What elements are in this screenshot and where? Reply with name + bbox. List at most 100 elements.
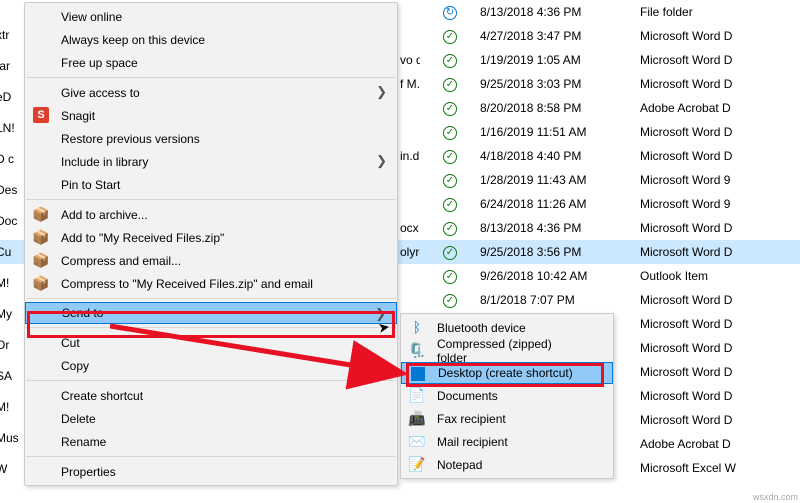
sync-check-icon: ✓ xyxy=(443,246,457,260)
file-type: Microsoft Word D xyxy=(640,365,800,379)
file-type: Microsoft Word D xyxy=(640,77,800,91)
menu-item-free-up-space[interactable]: Free up space xyxy=(25,51,397,74)
menu-separator xyxy=(26,327,396,328)
file-status: ✓ xyxy=(420,292,480,308)
file-type: Adobe Acrobat D xyxy=(640,101,800,115)
submenu-label: Notepad xyxy=(437,458,482,472)
menu-item-create-shortcut[interactable]: Create shortcut xyxy=(25,384,397,407)
desktop-icon xyxy=(410,366,426,382)
file-type: Adobe Acrobat D xyxy=(640,437,800,451)
file-date: 8/20/2018 8:58 PM xyxy=(480,101,640,115)
file-type: Microsoft Word D xyxy=(640,389,800,403)
menu-label: View online xyxy=(61,10,122,24)
snagit-icon: S xyxy=(33,107,49,123)
file-status: ✓ xyxy=(420,28,480,44)
menu-item-restore-previous-versions[interactable]: Restore previous versions xyxy=(25,127,397,150)
menu-item-snagit[interactable]: S Snagit xyxy=(25,104,397,127)
menu-item-delete[interactable]: Delete xyxy=(25,407,397,430)
menu-label: Restore previous versions xyxy=(61,132,200,146)
sync-check-icon: ✓ xyxy=(443,54,457,68)
menu-label: Always keep on this device xyxy=(61,33,205,47)
menu-item-add-to-my-received-files-zip[interactable]: 📦 Add to "My Received Files.zip" xyxy=(25,226,397,249)
menu-item-send-to[interactable]: Send to❯ xyxy=(25,302,397,324)
menu-item-rename[interactable]: Rename xyxy=(25,430,397,453)
bt-icon: ᛒ xyxy=(409,319,425,335)
send-to-submenu: ᛒBluetooth device🗜️Compressed (zipped) f… xyxy=(400,313,614,479)
nav-fragments: xtrtareDLN!D cDesDocCuM!MyOrSAM!MusW xyxy=(0,28,19,493)
sync-check-icon: ✓ xyxy=(443,198,457,212)
menu-label: Free up space xyxy=(61,56,138,70)
submenu-label: Compressed (zipped) folder xyxy=(437,337,583,365)
menu-item-properties[interactable]: Properties xyxy=(25,460,397,483)
menu-label: Cut xyxy=(61,336,80,350)
menu-item-compress-to-my-received-files-zip-and-email[interactable]: 📦Compress to "My Received Files.zip" and… xyxy=(25,272,397,295)
menu-item-view-online[interactable]: View online xyxy=(25,5,397,28)
menu-item-cut[interactable]: Cut xyxy=(25,331,397,354)
menu-item-pin-to-start[interactable]: Pin to Start xyxy=(25,173,397,196)
submenu-item-compressed-zipped-folder[interactable]: 🗜️ Compressed (zipped) folder xyxy=(401,339,613,362)
zipf-icon: 🗜️ xyxy=(409,342,425,358)
submenu-item-desktop-create-shortcut[interactable]: Desktop (create shortcut) xyxy=(401,362,613,384)
menu-label: Delete xyxy=(61,412,96,426)
file-status: ✓ xyxy=(420,100,480,116)
submenu-item-documents[interactable]: 📄Documents xyxy=(401,384,613,407)
file-date: 8/13/2018 4:36 PM xyxy=(480,221,640,235)
file-type: Microsoft Word D xyxy=(640,125,800,139)
file-status: ✓ xyxy=(420,244,480,260)
file-type: Microsoft Word D xyxy=(640,341,800,355)
menu-item-add-to-archive[interactable]: 📦Add to archive... xyxy=(25,203,397,226)
menu-label: Compress to "My Received Files.zip" and … xyxy=(61,277,313,291)
file-date: 4/18/2018 4:40 PM xyxy=(480,149,640,163)
file-status: ✓ xyxy=(420,196,480,212)
file-type: File folder xyxy=(640,5,800,19)
menu-label: Snagit xyxy=(61,109,95,123)
menu-item-compress-and-email[interactable]: 📦Compress and email... xyxy=(25,249,397,272)
file-status: ✓ xyxy=(420,52,480,68)
submenu-label: Desktop (create shortcut) xyxy=(438,366,573,380)
file-status: ✓ xyxy=(420,148,480,164)
submenu-item-notepad[interactable]: 📝Notepad xyxy=(401,453,613,476)
menu-label: Create shortcut xyxy=(61,389,143,403)
file-date: 1/16/2019 11:51 AM xyxy=(480,125,640,139)
menu-separator xyxy=(26,456,396,457)
chevron-right-icon: ❯ xyxy=(376,84,387,100)
sync-check-icon: ✓ xyxy=(443,30,457,44)
file-status: ↻ xyxy=(420,4,480,20)
file-status: ✓ xyxy=(420,76,480,92)
file-type: Microsoft Word 9 xyxy=(640,197,800,211)
file-type: Outlook Item xyxy=(640,269,800,283)
file-date: 8/1/2018 7:07 PM xyxy=(480,293,640,307)
menu-separator xyxy=(26,77,396,78)
menu-label: Give access to xyxy=(61,86,140,100)
menu-label: Include in library xyxy=(61,155,148,169)
menu-label: Add to "My Received Files.zip" xyxy=(61,231,224,245)
chevron-right-icon: ❯ xyxy=(375,306,386,322)
submenu-item-mail-recipient[interactable]: ✉️Mail recipient xyxy=(401,430,613,453)
menu-item-always-keep-on-this-device[interactable]: Always keep on this device xyxy=(25,28,397,51)
file-date: 6/24/2018 11:26 AM xyxy=(480,197,640,211)
file-type: Microsoft Word D xyxy=(640,149,800,163)
doc-icon: 📄 xyxy=(409,387,425,403)
zip-icon: 📦 xyxy=(33,229,49,245)
menu-item-include-in-library[interactable]: Include in library ❯ xyxy=(25,150,397,173)
submenu-label: Mail recipient xyxy=(437,435,508,449)
menu-separator xyxy=(26,298,396,299)
menu-label: Add to archive... xyxy=(61,208,148,222)
sync-check-icon: ✓ xyxy=(443,270,457,284)
file-type: Microsoft Word D xyxy=(640,413,800,427)
sync-refresh-icon: ↻ xyxy=(443,6,457,20)
submenu-item-fax-recipient[interactable]: 📠Fax recipient xyxy=(401,407,613,430)
file-type: Microsoft Word 9 xyxy=(640,173,800,187)
sync-check-icon: ✓ xyxy=(443,78,457,92)
file-status: ✓ xyxy=(420,220,480,236)
file-date: 9/25/2018 3:03 PM xyxy=(480,77,640,91)
file-type: Microsoft Word D xyxy=(640,221,800,235)
sync-check-icon: ✓ xyxy=(443,294,457,308)
menu-item-give-access-to[interactable]: Give access to ❯ xyxy=(25,81,397,104)
menu-item-copy[interactable]: Copy xyxy=(25,354,397,377)
sync-check-icon: ✓ xyxy=(443,126,457,140)
chevron-right-icon: ❯ xyxy=(376,153,387,169)
file-date: 1/28/2019 11:43 AM xyxy=(480,173,640,187)
menu-label: Copy xyxy=(61,359,89,373)
file-status: ✓ xyxy=(420,172,480,188)
